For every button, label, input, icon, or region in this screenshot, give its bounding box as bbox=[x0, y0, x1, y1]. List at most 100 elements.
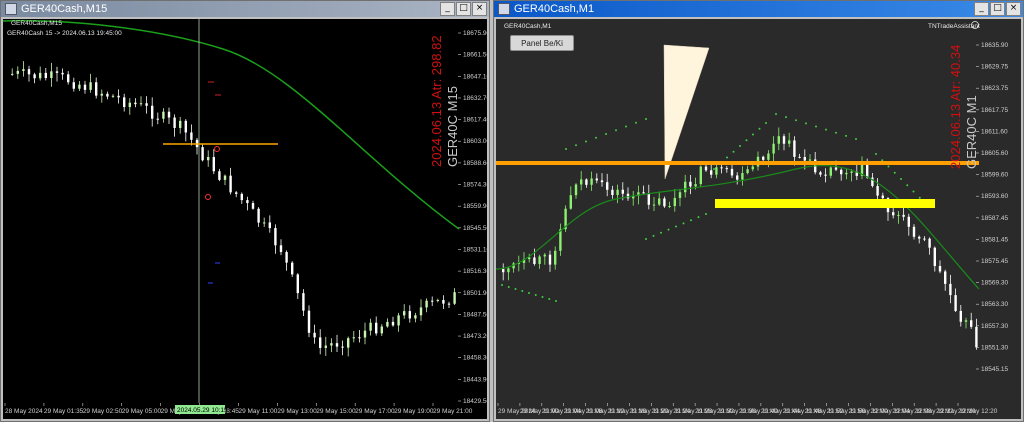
price-tick-label: 18587.45 bbox=[981, 215, 1008, 222]
left-chart-canvas[interactable]: GER40Cash,M15 GER40Cash 15 -> 2024.06.13… bbox=[3, 19, 487, 419]
minimize-button[interactable]: _ bbox=[440, 2, 455, 16]
candle-body bbox=[606, 182, 609, 190]
candle-body bbox=[559, 229, 562, 251]
sar-dot bbox=[697, 216, 700, 219]
candle-body bbox=[363, 330, 367, 338]
right-zone-rectangle[interactable] bbox=[715, 199, 935, 208]
sar-dot bbox=[635, 121, 637, 124]
candle-body bbox=[658, 198, 661, 205]
close-button[interactable]: × bbox=[1006, 2, 1021, 16]
candle-body bbox=[123, 97, 126, 108]
left-chart-window[interactable]: GER40Cash,M15 _ □ × GER40Cash,M15 GER40C… bbox=[0, 0, 490, 422]
candle-body bbox=[736, 175, 739, 180]
candle-body bbox=[788, 140, 791, 144]
left-chart-area[interactable]: GER40Cash,M15 GER40Cash 15 -> 2024.06.13… bbox=[3, 19, 487, 419]
time-tick-label: 29 May 17:00 bbox=[355, 408, 395, 415]
sar-dot bbox=[713, 168, 715, 170]
time-tick-label: 28 May 2024 bbox=[5, 408, 43, 415]
candle-body bbox=[296, 274, 299, 294]
sar-dot bbox=[660, 231, 662, 234]
candle-body bbox=[715, 167, 718, 175]
right-plot-background bbox=[496, 19, 979, 403]
price-tick-label: 18617.40 bbox=[463, 117, 487, 124]
sar-dot bbox=[805, 122, 807, 125]
minimize-button[interactable]: _ bbox=[974, 2, 989, 16]
candle-body bbox=[803, 156, 806, 161]
candle-body bbox=[959, 310, 962, 322]
candle-body bbox=[762, 156, 765, 160]
candle-body bbox=[279, 245, 283, 253]
candle-body bbox=[190, 132, 193, 140]
candle-body bbox=[55, 71, 59, 73]
maximize-button[interactable]: □ bbox=[456, 2, 471, 16]
candle-body bbox=[777, 136, 780, 144]
sar-dot bbox=[906, 184, 909, 187]
candle-body bbox=[89, 82, 92, 90]
price-tick-label: 18647.10 bbox=[463, 73, 487, 80]
sar-dot bbox=[682, 222, 685, 225]
panel-be-ki-button[interactable]: Panel Be/Ki bbox=[510, 35, 574, 51]
sar-dot bbox=[893, 171, 896, 174]
candle-body bbox=[341, 346, 344, 348]
candle-body bbox=[11, 73, 14, 75]
candle-body bbox=[117, 95, 120, 98]
candle-body bbox=[50, 71, 53, 78]
candle-body bbox=[767, 153, 770, 160]
candle-body bbox=[408, 311, 411, 319]
candle-body bbox=[39, 72, 42, 79]
candle-body bbox=[16, 70, 19, 74]
candle-body bbox=[375, 322, 378, 334]
candle-body bbox=[684, 181, 687, 193]
time-tick-label: 29 May 02:50 bbox=[83, 408, 123, 415]
right-chart-window[interactable]: GER40Cash,M1 _ □ × GER40Cash,M1 TNTradeA… bbox=[493, 0, 1024, 422]
left-overlay-info: 2024.06.13 Atr: 298.82 bbox=[429, 35, 444, 167]
candle-body bbox=[263, 222, 266, 224]
candle-body bbox=[151, 105, 154, 119]
close-button[interactable]: × bbox=[472, 2, 487, 16]
sar-dot bbox=[541, 296, 544, 298]
sar-dot bbox=[875, 153, 877, 155]
right-window-title: GER40Cash,M1 bbox=[514, 3, 595, 15]
right-titlebar[interactable]: GER40Cash,M1 _ □ × bbox=[494, 1, 1023, 17]
left-header-line1: GER40Cash,M15 bbox=[11, 20, 62, 27]
candle-body bbox=[949, 283, 952, 296]
price-tick-label: 18487.50 bbox=[463, 311, 487, 318]
candle-body bbox=[386, 321, 389, 327]
price-tick-label: 18617.75 bbox=[981, 107, 1008, 114]
candle-body bbox=[78, 84, 81, 89]
candle-body bbox=[291, 262, 294, 275]
candle-body bbox=[173, 117, 176, 128]
candle-body bbox=[358, 337, 361, 339]
sar-dot bbox=[795, 119, 797, 122]
sar-dot bbox=[745, 139, 748, 142]
sar-dot bbox=[652, 234, 655, 237]
candle-body bbox=[447, 303, 451, 305]
sar-dot bbox=[565, 148, 567, 150]
candle-body bbox=[134, 102, 137, 105]
candle-body bbox=[689, 181, 692, 187]
candle-body bbox=[569, 195, 572, 209]
sar-dot bbox=[625, 125, 627, 128]
maximize-button[interactable]: □ bbox=[990, 2, 1005, 16]
candle-body bbox=[533, 257, 536, 264]
price-tick-label: 18531.10 bbox=[463, 246, 487, 253]
sar-dot bbox=[752, 133, 754, 136]
candle-body bbox=[647, 193, 650, 205]
candle-body bbox=[111, 95, 115, 97]
time-tick-label: 29 May 19:00 bbox=[394, 408, 434, 415]
candle-body bbox=[673, 197, 676, 207]
left-header-line2: GER40Cash 15 -> 2024.06.13 19:45:00 bbox=[7, 30, 122, 37]
sar-dot bbox=[732, 150, 735, 153]
left-titlebar[interactable]: GER40Cash,M15 _ □ × bbox=[1, 1, 489, 17]
right-chart-canvas[interactable]: GER40Cash,M1 TNTradeAssistant GER40C M1 … bbox=[496, 19, 1021, 419]
candle-body bbox=[431, 300, 434, 302]
candle-body bbox=[162, 111, 165, 119]
right-overlay-info: 2024.06.13 Atr: 40.34 bbox=[948, 45, 963, 169]
candle-body bbox=[611, 189, 614, 196]
candle-body bbox=[167, 111, 171, 118]
right-chart-area[interactable]: GER40Cash,M1 TNTradeAssistant GER40C M1 … bbox=[496, 19, 1021, 419]
candle-body bbox=[590, 178, 593, 185]
candle-body bbox=[251, 203, 255, 209]
candle-body bbox=[201, 147, 204, 161]
left-overlay-symbol: GER40C M15 bbox=[445, 86, 460, 167]
